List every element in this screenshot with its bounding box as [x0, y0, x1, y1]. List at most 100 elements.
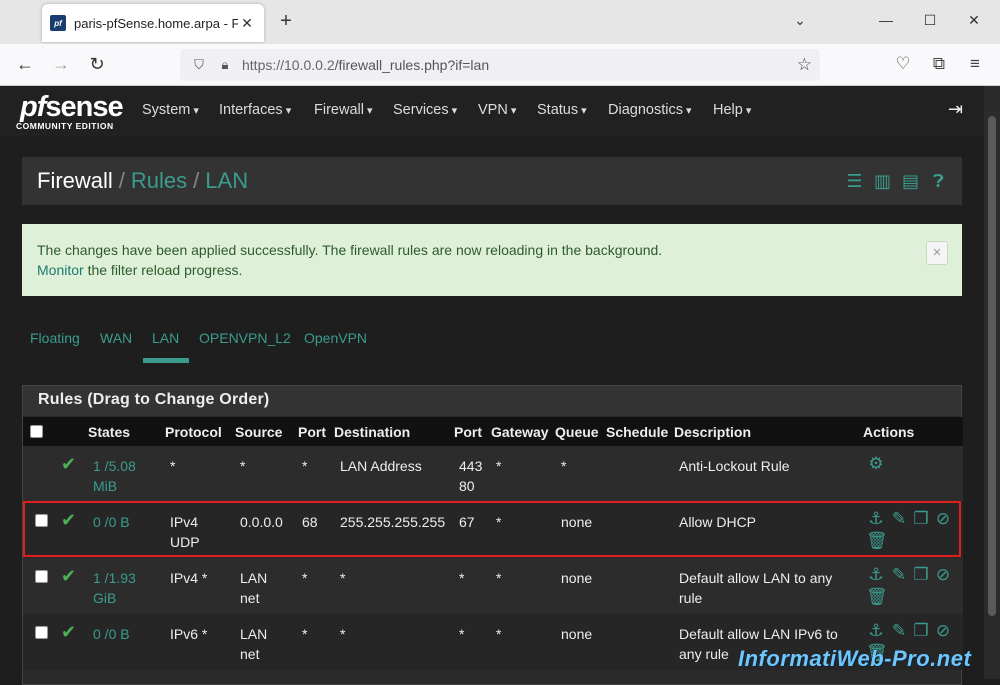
lock-icon[interactable]: 🔒︎ — [216, 57, 234, 73]
back-icon[interactable]: ← — [14, 54, 36, 75]
col-dest-port[interactable]: Port — [454, 424, 482, 440]
row-checkbox[interactable] — [35, 570, 48, 583]
menu-system[interactable]: System — [142, 102, 199, 118]
protocol-cell: IPv4 * — [170, 570, 208, 586]
row-checkbox[interactable] — [35, 626, 48, 639]
logout-icon[interactable]: ⇥ — [948, 99, 963, 120]
tab-lan[interactable]: LAN — [152, 330, 179, 346]
scrollbar-thumb[interactable] — [988, 116, 996, 616]
pocket-icon[interactable]: ♡ — [892, 54, 914, 74]
reload-icon[interactable]: ↻ — [86, 54, 108, 75]
help-icon[interactable]: ❓︎ — [929, 171, 948, 191]
table-row[interactable]: ✔ 1 /1.93 GiB IPv4 * LAN net * * * * none … — [23, 558, 963, 614]
pass-check-icon: ✔ — [61, 566, 77, 586]
col-states[interactable]: States — [88, 424, 130, 440]
address-bar[interactable]: ⛉ 🔒︎ https://10.0.0.2/firewall_rules.php… — [180, 49, 820, 81]
monitor-link[interactable]: Monitor — [37, 262, 84, 278]
description-cell: Default allow LAN to any rule — [679, 570, 833, 606]
source-cell: LAN net — [240, 570, 268, 606]
col-queue[interactable]: Queue — [555, 424, 599, 440]
col-description: Description — [674, 424, 752, 440]
tab-close-icon[interactable]: ✕ — [238, 15, 256, 32]
col-port[interactable]: Port — [298, 424, 326, 440]
menu-diagnostics[interactable]: Diagnostics — [608, 102, 692, 118]
alert-message: The changes have been applied successful… — [37, 242, 663, 258]
source-cell: 0.0.0.0 — [240, 514, 283, 530]
settings-gear-icon[interactable]: ⚙ — [866, 454, 886, 474]
states-cell[interactable]: 1 /5.08 MiB — [93, 456, 136, 496]
copy-icon[interactable]: ❐ — [911, 509, 931, 529]
breadcrumb-shortcuts: ☰ ▥ ▤ ❓︎ — [845, 171, 948, 191]
menu-interfaces[interactable]: Interfaces — [219, 102, 291, 118]
minimize-icon[interactable]: — — [876, 12, 896, 28]
tab-openvpn-l2[interactable]: OPENVPN_L2 — [199, 330, 291, 346]
bar-chart-icon[interactable]: ▥ — [873, 171, 892, 191]
menu-status[interactable]: Status — [537, 102, 587, 118]
states-cell[interactable]: 1 /1.93 GiB — [93, 568, 136, 608]
tab-wan[interactable]: WAN — [100, 330, 132, 346]
extensions-icon[interactable]: ⧉ — [928, 54, 950, 74]
log-list-icon[interactable]: ▤ — [901, 171, 920, 191]
menu-services[interactable]: Services — [393, 102, 457, 118]
breadcrumb-rules[interactable]: Rules — [131, 168, 187, 194]
sliders-icon[interactable]: ☰ — [845, 171, 864, 191]
page-scrollbar[interactable] — [984, 86, 1000, 679]
col-source[interactable]: Source — [235, 424, 282, 440]
edit-pencil-icon[interactable]: ✎ — [889, 509, 909, 529]
col-protocol[interactable]: Protocol — [165, 424, 222, 440]
protocol-cell: IPv4 UDP — [170, 514, 200, 550]
window-close-icon[interactable]: ✕ — [964, 12, 984, 29]
states-cell[interactable]: 0 /0 B — [93, 512, 130, 532]
description-cell: Allow DHCP — [679, 514, 757, 530]
pfsense-logo[interactable]: pfsense COMMUNITY EDITION — [16, 91, 126, 133]
disable-icon[interactable]: ⊘ — [933, 509, 953, 529]
anchor-icon[interactable]: ⚓ — [866, 509, 886, 529]
watermark: InformatiWeb-Pro.net — [738, 646, 972, 671]
maximize-icon[interactable]: ☐ — [920, 12, 940, 29]
dest-port-cell: * — [459, 626, 465, 642]
alert-suffix: the filter reload progress. — [83, 262, 243, 278]
pass-check-icon: ✔ — [61, 510, 77, 530]
edit-pencil-icon[interactable]: ✎ — [889, 565, 909, 585]
alert-close-button[interactable]: × — [926, 241, 948, 265]
bookmark-star-icon[interactable]: ☆ — [797, 55, 812, 75]
table-row[interactable]: ✔ 0 /0 B IPv4 UDP 0.0.0.0 68 255.255.255.… — [23, 502, 963, 558]
tab-floating[interactable]: Floating — [30, 330, 80, 346]
anchor-icon[interactable]: ⚓ — [866, 621, 886, 641]
trash-icon[interactable]: 🗑︎ — [866, 587, 888, 607]
dest-port-cell: 443 80 — [459, 458, 483, 494]
queue-cell: none — [561, 514, 593, 530]
shield-icon[interactable]: ⛉ — [190, 57, 208, 73]
copy-icon[interactable]: ❐ — [911, 621, 931, 641]
col-gateway[interactable]: Gateway — [491, 424, 549, 440]
disable-icon[interactable]: ⊘ — [933, 565, 953, 585]
table-row[interactable]: ✔ 1 /5.08 MiB * * * LAN Address 443 80 * *… — [23, 446, 963, 502]
browser-toolbar: ← → ↻ ⛉ 🔒︎ https://10.0.0.2/firewall_rul… — [0, 44, 1000, 86]
browser-tab[interactable]: pf paris-pfSense.home.arpa - Firew ✕ — [42, 4, 264, 42]
disable-icon[interactable]: ⊘ — [933, 621, 953, 641]
col-schedule[interactable]: Schedule — [606, 424, 668, 440]
menu-firewall[interactable]: Firewall — [314, 102, 373, 118]
menu-help[interactable]: Help — [713, 102, 751, 118]
source-cell: LAN net — [240, 626, 268, 662]
col-destination[interactable]: Destination — [334, 424, 410, 440]
destination-cell: LAN Address — [340, 458, 422, 474]
tab-title: paris-pfSense.home.arpa - Firew — [74, 15, 238, 31]
copy-icon[interactable]: ❐ — [911, 565, 931, 585]
logo-text: pfsense — [20, 91, 124, 123]
breadcrumb-lan[interactable]: LAN — [205, 168, 248, 194]
forward-icon[interactable]: → — [50, 54, 72, 75]
menu-hamburger-icon[interactable]: ≡ — [964, 54, 986, 74]
select-all-checkbox[interactable] — [30, 425, 43, 438]
panel-title: Rules (Drag to Change Order) — [23, 386, 961, 416]
alert-second-line: Monitor the filter reload progress. — [37, 260, 962, 280]
tab-openvpn[interactable]: OpenVPN — [304, 330, 367, 346]
anchor-icon[interactable]: ⚓ — [866, 565, 886, 585]
states-cell[interactable]: 0 /0 B — [93, 624, 130, 644]
new-tab-icon[interactable]: + — [276, 10, 296, 33]
edit-pencil-icon[interactable]: ✎ — [889, 621, 909, 641]
tab-list-chevron-icon[interactable]: ⌄ — [790, 12, 810, 29]
menu-vpn[interactable]: VPN — [478, 102, 516, 118]
row-checkbox[interactable] — [35, 514, 48, 527]
trash-icon[interactable]: 🗑︎ — [866, 531, 888, 551]
